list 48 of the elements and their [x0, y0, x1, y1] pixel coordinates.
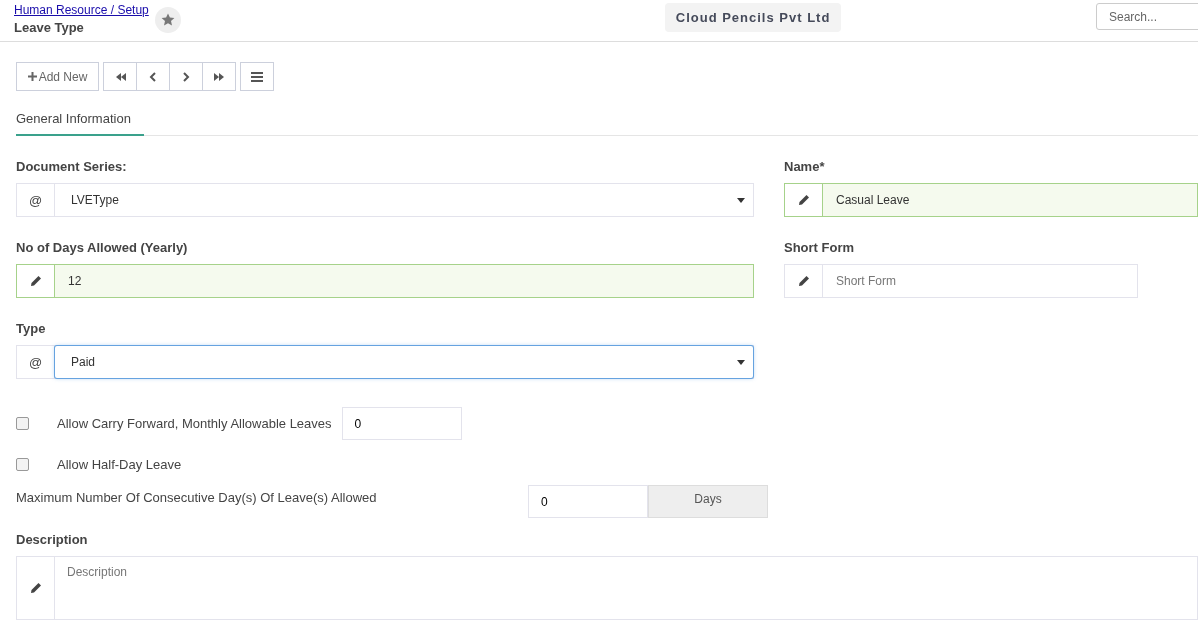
field-label: Document Series: — [16, 159, 128, 174]
previous-button[interactable] — [136, 62, 170, 91]
list-icon — [251, 71, 263, 82]
page-title: Leave Type — [14, 20, 85, 36]
checkbox[interactable] — [16, 417, 29, 430]
field-label: No of Days Allowed (Yearly) — [16, 240, 189, 255]
description-field[interactable]: Description — [54, 556, 1198, 620]
dropdown-caret-icon — [737, 359, 745, 365]
add-new-button[interactable]: Add New — [16, 62, 99, 91]
text-field[interactable]: 12 — [54, 264, 754, 298]
tab[interactable]: General Information — [16, 108, 144, 136]
star-icon — [160, 12, 175, 27]
checkbox-label: Allow Half-Day Leave — [57, 457, 182, 472]
number-field[interactable]: 0 — [341, 407, 462, 440]
field-label: Name* — [784, 159, 826, 174]
search-field[interactable]: Search... — [1096, 3, 1198, 30]
pencil-icon — [29, 275, 42, 287]
list-view-button[interactable] — [240, 62, 274, 91]
dropdown-value: Paid — [71, 355, 96, 369]
field-label: Description — [16, 532, 89, 547]
pencil-icon — [797, 275, 810, 287]
number-field[interactable]: 0 — [528, 485, 648, 518]
prefix-label: @ — [28, 354, 43, 370]
breadcrumb-link[interactable]: Human Resource / Setup — [14, 3, 149, 17]
checkbox[interactable] — [16, 458, 29, 471]
dropdown-value: LVEType — [71, 193, 119, 207]
unit-label: Days — [648, 485, 768, 518]
pencil-icon — [797, 194, 810, 206]
pencil-icon — [29, 582, 42, 594]
right-chevron-icon — [181, 71, 191, 82]
dropdown[interactable]: Paid — [55, 346, 753, 378]
text-field[interactable]: Casual Leave — [822, 183, 1198, 217]
field-label: Short Form — [784, 240, 856, 255]
dropdown-caret-icon — [737, 197, 745, 203]
double-left-chevron-icon — [114, 71, 126, 82]
favorite-button[interactable] — [154, 6, 181, 33]
company-name: Cloud Pencils Pvt Ltd — [664, 3, 842, 32]
field-label: Maximum Number Of Consecutive Day(s) Of Leave(s) Allowed — [16, 490, 378, 505]
last-button[interactable] — [202, 62, 236, 91]
checkbox-label: Allow Carry Forward, Monthly Allowable Leaves — [57, 416, 332, 431]
next-button[interactable] — [169, 62, 203, 91]
left-chevron-icon — [148, 71, 158, 82]
text-field[interactable]: Short Form — [822, 264, 1138, 298]
field-label: Type — [16, 321, 47, 336]
first-button[interactable] — [103, 62, 137, 91]
plus-icon — [27, 72, 37, 81]
prefix-label: @ — [28, 192, 43, 208]
double-right-chevron-icon — [213, 71, 225, 82]
